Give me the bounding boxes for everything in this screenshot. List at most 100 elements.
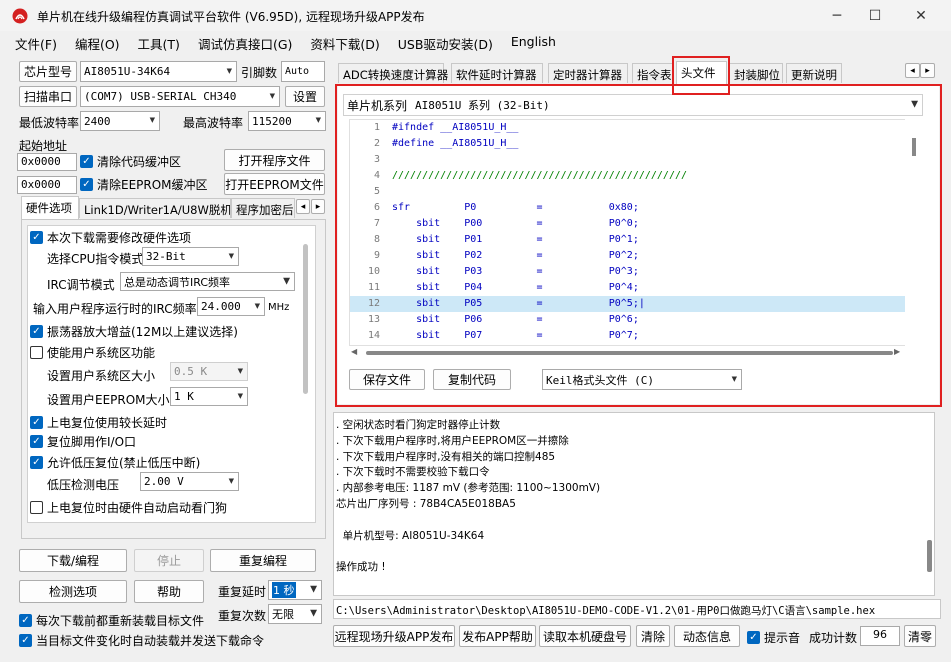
scan-port-button[interactable]: 扫描串口 xyxy=(19,86,77,107)
pin-count-select[interactable]: Auto xyxy=(281,61,325,82)
modify-hw-label: 本次下载需要修改硬件选项 xyxy=(47,231,192,245)
check-icon: ✓ xyxy=(30,231,43,244)
open-program-file-button[interactable]: 打开程序文件 xyxy=(224,149,325,171)
beep-label: 提示音 xyxy=(764,631,801,645)
tab-hardware-options[interactable]: 硬件选项 xyxy=(21,196,79,220)
log-line: . 内部参考电压: 1187 mV (参考范围: 1100~1300mV) xyxy=(336,482,601,495)
low-volt-reset-checkbox[interactable]: ✓ 允许低压复位(禁止低压中断) xyxy=(30,454,200,471)
irc-freq-label: 输入用户程序运行时的IRC频率 xyxy=(33,302,197,316)
clear-code-buffer-checkbox[interactable]: ✓ 清除代码缓冲区 xyxy=(80,153,181,170)
port-select[interactable]: (COM7) USB-SERIAL CH340 ▼ xyxy=(80,86,280,107)
maximize-button[interactable]: ☐ xyxy=(852,0,898,31)
cpu-mode-select[interactable]: 32-Bit ▼ xyxy=(142,247,239,266)
menu-english[interactable]: English xyxy=(502,31,565,53)
tab-release-notes[interactable]: 更新说明 xyxy=(786,63,842,83)
clear-eeprom-buffer-checkbox[interactable]: ✓ 清除EEPROM缓冲区 xyxy=(80,176,208,193)
eeprom-start-address-input[interactable]: 0x0000 xyxy=(17,176,77,194)
reprogram-button[interactable]: 重复编程 xyxy=(210,549,316,572)
menu-file[interactable]: 文件(F) xyxy=(0,31,66,53)
tab-offline-writer[interactable]: Link1D/Writer1A/U8W脱机 xyxy=(79,198,231,218)
check-icon: ✓ xyxy=(19,614,32,627)
read-disk-id-button[interactable]: 读取本机硬盘号 xyxy=(539,625,631,647)
eeprom-size-label: 设置用户EEPROM大小 xyxy=(47,393,170,407)
annotation-highlight-panel xyxy=(335,84,942,407)
download-program-button[interactable]: 下载/编程 xyxy=(19,549,127,572)
repeat-delay-value: 1 秒 xyxy=(272,582,296,598)
log-line: 操作成功 ! xyxy=(336,561,386,574)
irc-freq-select[interactable]: 24.000 ▼ xyxy=(197,297,265,316)
success-count-label: 成功计数 xyxy=(809,631,858,645)
open-eeprom-file-button[interactable]: 打开EEPROM文件 xyxy=(224,173,325,195)
unchecked-box-icon xyxy=(30,501,43,514)
beep-checkbox[interactable]: ✓ 提示音 xyxy=(747,629,800,646)
chip-model-button[interactable]: 芯片型号 xyxy=(19,61,77,82)
log-line: . 空闲状态时看门狗定时器停止计数 xyxy=(336,419,501,431)
clear-code-buffer-label: 清除代码缓冲区 xyxy=(97,155,182,169)
sys-size-select[interactable]: 0.5 K ▼ xyxy=(170,362,248,381)
tab-scroll-left-icon[interactable]: ◂ xyxy=(296,199,310,214)
help-button[interactable]: 帮助 xyxy=(134,580,204,603)
reload-each-checkbox[interactable]: ✓ 每次下载前都重新装载目标文件 xyxy=(19,612,204,629)
repeat-count-value: 无限 xyxy=(272,608,294,621)
long-reset-label: 上电复位使用较长延时 xyxy=(47,416,168,430)
window-title: 单片机在线升级编程仿真调试平台软件 (V6.95D), 远程现场升级APP发布 xyxy=(37,10,425,24)
menu-tools[interactable]: 工具(T) xyxy=(129,31,189,53)
chevron-down-icon: ▼ xyxy=(283,276,290,286)
hardware-list-scrollbar[interactable] xyxy=(303,244,308,394)
stop-button[interactable]: 停止 xyxy=(134,549,204,572)
log-scroll-thumb[interactable] xyxy=(927,540,932,572)
publish-help-button[interactable]: 发布APP帮助 xyxy=(459,625,536,647)
reset-io-checkbox[interactable]: ✓ 复位脚用作I/O口 xyxy=(30,433,136,450)
irc-mode-select[interactable]: 总是动态调节IRC频率 ▼ xyxy=(120,272,295,291)
eeprom-size-select[interactable]: 1 K ▼ xyxy=(170,387,248,406)
eeprom-size-value: 1 K xyxy=(174,390,194,403)
menu-debug[interactable]: 调试仿真接口(G) xyxy=(189,31,301,53)
log-line: 芯片出厂序列号 : 78B4CA5E018BA5 xyxy=(336,498,516,510)
tab-adc-calculator[interactable]: ADC转换速度计算器 xyxy=(338,63,448,83)
tab-encryption[interactable]: 程序加密后 xyxy=(231,198,295,218)
reset-io-label: 复位脚用作I/O口 xyxy=(47,435,137,449)
code-start-address-input[interactable]: 0x0000 xyxy=(17,153,77,171)
right-tab-scroll-left-icon[interactable]: ◂ xyxy=(905,63,920,78)
max-baud-select[interactable]: 115200 ▼ xyxy=(248,111,326,131)
tab-package-pins[interactable]: 封装脚位 xyxy=(729,63,783,83)
tab-instruction-table[interactable]: 指令表 xyxy=(632,63,674,83)
check-icon: ✓ xyxy=(30,416,43,429)
check-icon: ✓ xyxy=(747,631,760,644)
tab-scroll-right-icon[interactable]: ▸ xyxy=(311,199,325,214)
output-log[interactable]: . 空闲状态时看门狗定时器停止计数 . 下次下载用户程序时,将用户EEPROM区一… xyxy=(333,412,935,596)
chevron-down-icon: ▼ xyxy=(310,584,317,595)
irc-mode-label: IRC调节模式 xyxy=(47,278,115,292)
check-options-button[interactable]: 检测选项 xyxy=(19,580,127,603)
reset-count-button[interactable]: 清零 xyxy=(904,625,936,647)
port-value: (COM7) USB-SERIAL CH340 xyxy=(84,90,237,103)
repeat-count-select[interactable]: 无限 ▼ xyxy=(268,604,322,624)
tab-timer-calculator[interactable]: 定时器计算器 xyxy=(548,63,628,83)
menu-downloads[interactable]: 资料下载(D) xyxy=(301,31,388,53)
menu-bar: 文件(F) 编程(O) 工具(T) 调试仿真接口(G) 资料下载(D) USB驱… xyxy=(0,31,951,53)
auto-load-checkbox[interactable]: ✓ 当目标文件变化时自动装载并发送下载命令 xyxy=(19,632,264,649)
osc-gain-checkbox[interactable]: ✓ 振荡器放大增益(12M以上建议选择) xyxy=(30,323,238,340)
sys-area-checkbox[interactable]: 使能用户系统区功能 xyxy=(30,344,155,361)
right-tab-scroll-right-icon[interactable]: ▸ xyxy=(920,63,935,78)
min-baud-select[interactable]: 2400 ▼ xyxy=(80,111,160,131)
menu-usb-driver[interactable]: USB驱动安装(D) xyxy=(389,31,502,53)
chevron-down-icon: ▼ xyxy=(237,366,243,376)
app-logo-icon xyxy=(12,8,28,24)
long-reset-checkbox[interactable]: ✓ 上电复位使用较长延时 xyxy=(30,414,167,431)
modify-hw-checkbox[interactable]: ✓ 本次下载需要修改硬件选项 xyxy=(30,229,191,246)
dynamic-info-button[interactable]: 动态信息 xyxy=(674,625,740,647)
publish-app-button[interactable]: 远程现场升级APP发布 xyxy=(333,625,455,647)
tab-delay-calculator[interactable]: 软件延时计算器 xyxy=(451,63,543,83)
menu-program[interactable]: 编程(O) xyxy=(66,31,129,53)
low-volt-select[interactable]: 2.00 V ▼ xyxy=(140,472,239,491)
watchdog-checkbox[interactable]: 上电复位时由硬件自动启动看门狗 xyxy=(30,499,227,516)
chip-model-select[interactable]: AI8051U-34K64 ▼ xyxy=(80,61,237,82)
chevron-down-icon: ▼ xyxy=(228,251,234,261)
settings-button[interactable]: 设置 xyxy=(285,86,325,107)
repeat-delay-select[interactable]: 1 秒 ▼ xyxy=(268,580,322,600)
clear-eeprom-buffer-label: 清除EEPROM缓冲区 xyxy=(97,178,208,192)
log-line: 单片机型号: AI8051U-34K64 xyxy=(336,529,485,542)
clear-log-button[interactable]: 清除 xyxy=(636,625,670,647)
close-button[interactable]: ✕ xyxy=(898,0,944,31)
